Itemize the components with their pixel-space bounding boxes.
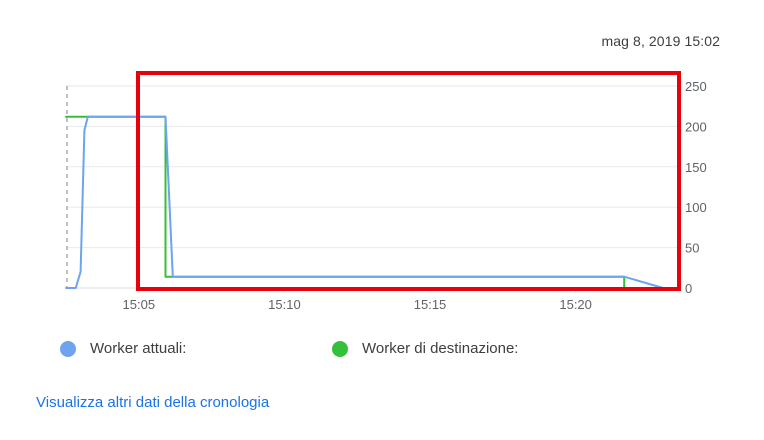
y-tick-label: 0 xyxy=(685,281,692,296)
x-tick-label: 15:10 xyxy=(268,297,301,312)
x-tick-label: 15:05 xyxy=(123,297,156,312)
series-line-actual xyxy=(65,115,664,289)
highlight-box xyxy=(136,71,681,291)
x-axis-ticks: 15:05 15:10 15:15 15:20 xyxy=(123,288,592,312)
worker-count-chart: 0 50 100 150 200 250 15:05 15:10 15:15 15:20 xyxy=(65,71,707,312)
y-tick-label: 50 xyxy=(685,241,699,256)
legend-dot-actual xyxy=(60,340,76,357)
x-tick-label: 15:15 xyxy=(414,297,447,312)
legend-dot-target xyxy=(332,340,348,357)
y-tick-label: 100 xyxy=(685,200,707,215)
x-tick-label: 15:20 xyxy=(559,297,592,312)
y-tick-label: 250 xyxy=(685,79,707,94)
chart-legend: Worker attuali: Worker di destinazione: xyxy=(60,340,700,366)
series-lines xyxy=(65,115,664,289)
legend-label-actual: Worker attuali: xyxy=(90,340,187,357)
legend-item-actual[interactable]: Worker attuali: xyxy=(60,340,186,357)
y-tick-label: 200 xyxy=(685,119,707,134)
y-axis-ticks: 0 50 100 150 200 250 xyxy=(685,79,707,296)
view-more-history-link[interactable]: Visualizza altri dati della cronologia xyxy=(36,394,269,411)
y-tick-label: 150 xyxy=(685,160,707,175)
legend-label-target: Worker di destinazione: xyxy=(362,340,519,357)
series-line-target xyxy=(65,115,626,289)
annotation-overlay xyxy=(136,71,681,291)
legend-item-target[interactable]: Worker di destinazione: xyxy=(332,340,518,357)
